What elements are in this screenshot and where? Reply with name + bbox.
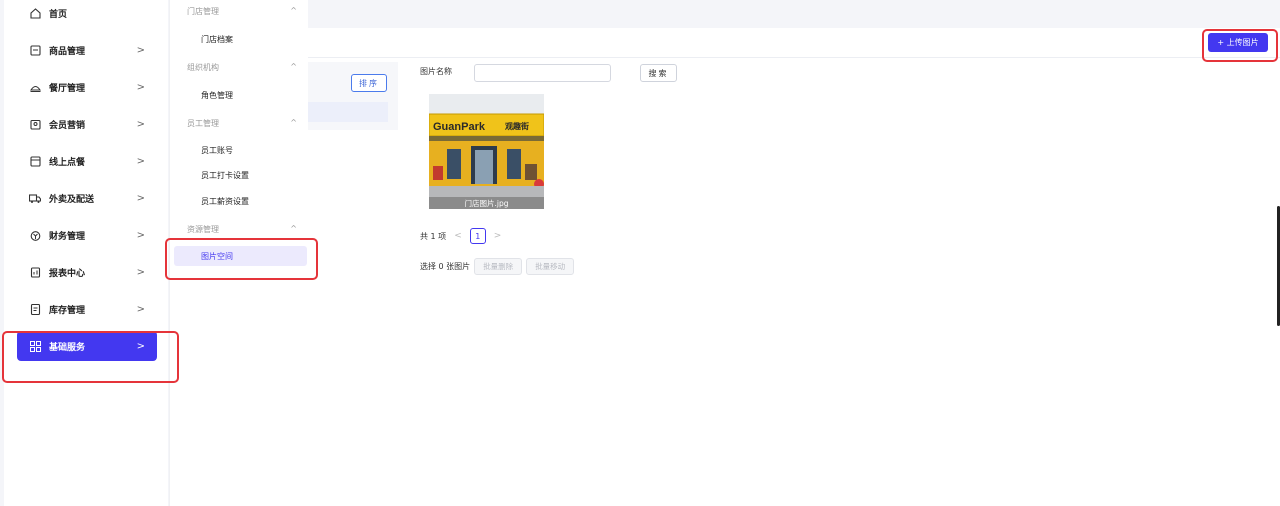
next-page-icon[interactable]: > xyxy=(494,231,502,241)
image-filename: 门店图片.jpg xyxy=(429,197,544,209)
sidebar-item-basic-services[interactable]: 基础服务 > xyxy=(17,331,157,361)
chevron-right-icon: > xyxy=(136,155,145,167)
top-bar xyxy=(308,0,1280,28)
sidebar-item-label: 会员营销 xyxy=(49,120,86,131)
image-card[interactable]: GuanPark 观趣街 门店图片.jpg xyxy=(429,94,544,209)
sidebar-item-label: 基础服务 xyxy=(49,342,86,353)
submenu-item-clock-in-settings[interactable]: 员工打卡设置 xyxy=(201,170,249,181)
group-title: 组织机构 xyxy=(187,63,219,72)
chevron-up-icon: ^ xyxy=(290,6,297,15)
store-sign-text-cn: 观趣街 xyxy=(505,121,529,131)
online-order-icon xyxy=(29,155,41,167)
group-resource-management[interactable]: 资源管理 ^ xyxy=(187,224,297,235)
page-1-button[interactable]: 1 xyxy=(469,228,486,244)
sidebar-item-restaurant[interactable]: 餐厅管理 > xyxy=(17,72,157,102)
group-store-management[interactable]: 门店管理 ^ xyxy=(187,6,297,17)
image-name-label: 图片名称 xyxy=(420,67,452,76)
sidebar-item-label: 餐厅管理 xyxy=(49,83,86,94)
total-count: 共 1 项 xyxy=(420,231,447,241)
prev-page-icon[interactable]: < xyxy=(454,231,462,241)
group-organization[interactable]: 组织机构 ^ xyxy=(187,62,297,73)
category-row-selected[interactable] xyxy=(308,102,388,122)
chevron-right-icon: > xyxy=(136,44,145,56)
upload-image-button[interactable]: + 上传图片 xyxy=(1208,33,1268,52)
group-title: 门店管理 xyxy=(187,7,219,16)
restaurant-icon xyxy=(29,81,41,93)
group-title: 员工管理 xyxy=(187,119,219,128)
sidebar-item-product[interactable]: 商品管理 > xyxy=(17,35,157,65)
finance-icon xyxy=(29,229,41,241)
chevron-right-icon: > xyxy=(136,118,145,130)
home-icon xyxy=(29,7,41,19)
inventory-icon xyxy=(29,303,41,315)
submenu-item-role-management[interactable]: 角色管理 xyxy=(201,90,233,101)
image-space-panel: 排序 图片名称 搜索 GuanPark 观趣街 门店图片.jpg 共 1 项 <… xyxy=(308,58,1280,506)
sidebar-item-finance[interactable]: 财务管理 > xyxy=(17,220,157,250)
content-header-bar: + 上传图片 xyxy=(308,28,1280,58)
chevron-up-icon: ^ xyxy=(290,224,297,233)
chevron-right-icon: > xyxy=(136,266,145,278)
product-icon xyxy=(29,44,41,56)
pagination: 共 1 项 < 1 > xyxy=(420,228,501,244)
sidebar-item-home[interactable]: 首页 xyxy=(17,0,157,28)
sidebar-item-label: 外卖及配送 xyxy=(49,194,95,205)
store-photo-image: GuanPark 观趣街 xyxy=(429,94,544,197)
member-icon xyxy=(29,118,41,130)
category-panel: 排序 xyxy=(308,62,398,130)
sidebar-item-label: 库存管理 xyxy=(49,305,86,316)
search-button-label: 搜索 xyxy=(648,68,669,78)
chevron-right-icon: > xyxy=(136,340,145,352)
store-sign-text: GuanPark xyxy=(433,121,486,133)
search-button[interactable]: 搜索 xyxy=(640,64,677,82)
chevron-right-icon: > xyxy=(136,81,145,93)
group-staff-management[interactable]: 员工管理 ^ xyxy=(187,118,297,129)
image-name-input[interactable] xyxy=(474,64,611,82)
chevron-right-icon: > xyxy=(136,192,145,204)
report-icon xyxy=(29,266,41,278)
submenu-item-salary-settings[interactable]: 员工薪资设置 xyxy=(201,196,249,207)
chevron-right-icon: > xyxy=(136,303,145,315)
sidebar-item-label: 报表中心 xyxy=(49,268,86,279)
selected-count: 选择 0 张图片 xyxy=(420,262,471,271)
chevron-up-icon: ^ xyxy=(290,62,297,71)
grid-icon xyxy=(29,340,41,352)
submenu-panel: 门店管理 ^ 门店档案 组织机构 ^ 角色管理 员工管理 ^ 员工账号 员工打卡… xyxy=(169,0,308,506)
delivery-truck-icon xyxy=(29,192,41,204)
sidebar-item-label: 财务管理 xyxy=(49,231,86,242)
batch-actions: 选择 0 张图片 批量删除 批量移动 xyxy=(420,258,575,275)
sidebar-item-inventory[interactable]: 库存管理 > xyxy=(17,294,157,324)
batch-move-button[interactable]: 批量移动 xyxy=(526,258,575,275)
sort-button-label: 排序 xyxy=(359,78,379,88)
upload-button-label: + 上传图片 xyxy=(1217,38,1259,47)
group-title: 资源管理 xyxy=(187,225,219,234)
batch-delete-button[interactable]: 批量删除 xyxy=(474,258,523,275)
submenu-item-store-archive[interactable]: 门店档案 xyxy=(201,34,233,45)
sidebar-item-member[interactable]: 会员营销 > xyxy=(17,109,157,139)
sidebar-item-report[interactable]: 报表中心 > xyxy=(17,257,157,287)
sidebar-item-label: 线上点餐 xyxy=(49,157,86,168)
sidebar-item-delivery[interactable]: 外卖及配送 > xyxy=(17,183,157,213)
sort-button[interactable]: 排序 xyxy=(351,74,387,92)
sidebar-item-label: 首页 xyxy=(49,9,68,20)
chevron-up-icon: ^ xyxy=(290,118,297,127)
sidebar: 首页 商品管理 > 餐厅管理 > 会员营销 > 线上点餐 > 外卖及配送 > 财… xyxy=(4,0,168,506)
chevron-right-icon: > xyxy=(136,229,145,241)
sidebar-item-label: 商品管理 xyxy=(49,46,86,57)
submenu-item-staff-account[interactable]: 员工账号 xyxy=(201,145,233,156)
sidebar-item-online-order[interactable]: 线上点餐 > xyxy=(17,146,157,176)
submenu-item-image-space[interactable]: 图片空间 xyxy=(174,246,307,266)
